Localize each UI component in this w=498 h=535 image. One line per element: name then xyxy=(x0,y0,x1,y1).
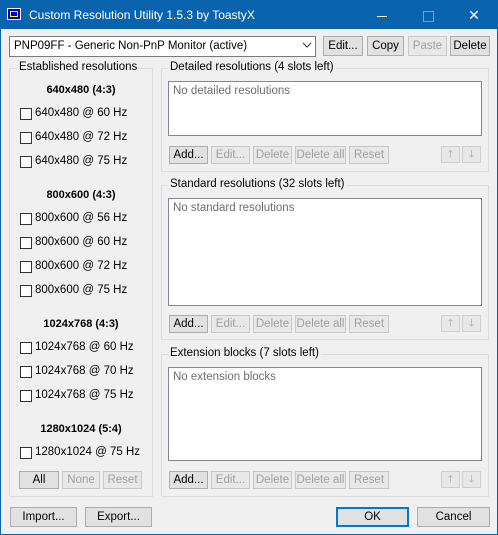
checkbox-640x480-72[interactable] xyxy=(20,132,32,144)
monitor-delete-button[interactable]: Delete xyxy=(450,36,490,56)
minimize-icon xyxy=(377,15,387,17)
group-header-640x480: 640x480 (4:3) xyxy=(46,84,116,96)
detailed-empty-text: No detailed resolutions xyxy=(173,85,290,97)
window-title: Custom Resolution Utility 1.5.3 by Toast… xyxy=(29,8,255,22)
checkbox-label: 1024x768 @ 60 Hz xyxy=(35,341,134,353)
arrow-down-icon: 🡓 xyxy=(468,474,475,485)
checkbox-label: 800x600 @ 60 Hz xyxy=(35,236,128,248)
checkbox-label: 1024x768 @ 70 Hz xyxy=(35,365,134,377)
detailed-move-down-button: 🡓 xyxy=(462,146,481,163)
chevron-down-icon xyxy=(303,42,311,48)
standard-empty-text: No standard resolutions xyxy=(173,202,295,214)
checkbox-label: 640x480 @ 72 Hz xyxy=(35,131,128,143)
app-monitor-icon xyxy=(7,8,21,20)
extension-blocks-title: Extension blocks (7 slots left) xyxy=(168,347,321,359)
extension-blocks-list[interactable]: No extension blocks xyxy=(168,367,482,461)
maximize-button xyxy=(405,1,451,29)
checkbox-label: 1280x1024 @ 75 Hz xyxy=(35,446,141,458)
extension-edit-button: Edit... xyxy=(211,471,250,489)
checkbox-800x600-72[interactable] xyxy=(20,261,32,273)
select-none-button: None xyxy=(62,471,100,489)
established-reset-button: Reset xyxy=(103,471,142,489)
group-header-1024x768: 1024x768 (4:3) xyxy=(43,318,119,330)
monitor-select-value: PNP09FF - Generic Non-PnP Monitor (activ… xyxy=(14,40,248,52)
checkbox-640x480-75[interactable] xyxy=(20,156,32,168)
cancel-button[interactable]: Cancel xyxy=(417,507,490,527)
checkbox-1024x768-75[interactable] xyxy=(20,390,32,402)
title-bar[interactable]: Custom Resolution Utility 1.5.3 by Toast… xyxy=(1,1,497,29)
monitor-select[interactable]: PNP09FF - Generic Non-PnP Monitor (activ… xyxy=(9,36,316,57)
arrow-up-icon: 🡑 xyxy=(447,149,454,160)
checkbox-640x480-60[interactable] xyxy=(20,108,32,120)
detailed-move-up-button: 🡑 xyxy=(441,146,460,163)
main-window: Custom Resolution Utility 1.5.3 by Toast… xyxy=(0,0,498,535)
detailed-delete-all-button: Delete all xyxy=(295,146,346,164)
standard-move-down-button: 🡓 xyxy=(462,315,481,332)
checkbox-label: 640x480 @ 75 Hz xyxy=(35,155,128,167)
checkbox-800x600-75[interactable] xyxy=(20,285,32,297)
checkbox-label: 800x600 @ 75 Hz xyxy=(35,284,128,296)
checkbox-1024x768-60[interactable] xyxy=(20,342,32,354)
standard-delete-button: Delete xyxy=(253,315,292,333)
arrow-up-icon: 🡑 xyxy=(447,474,454,485)
detailed-delete-button: Delete xyxy=(253,146,292,164)
close-icon: ✕ xyxy=(468,7,480,23)
checkbox-1024x768-70[interactable] xyxy=(20,366,32,378)
detailed-edit-button: Edit... xyxy=(211,146,250,164)
arrow-up-icon: 🡑 xyxy=(447,318,454,329)
extension-delete-all-button: Delete all xyxy=(295,471,346,489)
close-button[interactable]: ✕ xyxy=(451,1,497,29)
standard-edit-button: Edit... xyxy=(211,315,250,333)
standard-add-button[interactable]: Add... xyxy=(169,315,208,333)
extension-empty-text: No extension blocks xyxy=(173,371,276,383)
standard-move-up-button: 🡑 xyxy=(441,315,460,332)
detailed-resolutions-title: Detailed resolutions (4 slots left) xyxy=(168,61,336,73)
checkbox-label: 800x600 @ 72 Hz xyxy=(35,260,128,272)
detailed-reset-button: Reset xyxy=(349,146,389,164)
monitor-edit-button[interactable]: Edit... xyxy=(323,36,363,56)
extension-reset-button: Reset xyxy=(349,471,389,489)
select-all-button[interactable]: All xyxy=(19,471,59,489)
checkbox-label: 640x480 @ 60 Hz xyxy=(35,107,128,119)
standard-resolutions-title: Standard resolutions (32 slots left) xyxy=(168,178,347,190)
standard-resolutions-list[interactable]: No standard resolutions xyxy=(168,198,482,306)
checkbox-label: 1024x768 @ 75 Hz xyxy=(35,389,134,401)
arrow-down-icon: 🡓 xyxy=(468,318,475,329)
detailed-add-button[interactable]: Add... xyxy=(169,146,208,164)
maximize-icon xyxy=(422,10,434,22)
monitor-paste-button: Paste xyxy=(408,36,447,56)
group-header-800x600: 800x600 (4:3) xyxy=(46,189,116,201)
group-header-1280x1024: 1280x1024 (5:4) xyxy=(40,423,122,435)
checkbox-800x600-60[interactable] xyxy=(20,237,32,249)
monitor-copy-button[interactable]: Copy xyxy=(367,36,404,56)
standard-delete-all-button: Delete all xyxy=(295,315,346,333)
extension-move-down-button: 🡓 xyxy=(462,471,481,488)
arrow-down-icon: 🡓 xyxy=(468,149,475,160)
checkbox-1280x1024-75[interactable] xyxy=(20,447,32,459)
extension-move-up-button: 🡑 xyxy=(441,471,460,488)
ok-button[interactable]: OK xyxy=(336,507,409,527)
checkbox-800x600-56[interactable] xyxy=(20,213,32,225)
checkbox-label: 800x600 @ 56 Hz xyxy=(35,212,128,224)
import-button[interactable]: Import... xyxy=(10,507,77,527)
extension-add-button[interactable]: Add... xyxy=(169,471,208,489)
established-resolutions-title: Established resolutions xyxy=(17,61,140,73)
export-button[interactable]: Export... xyxy=(85,507,152,527)
minimize-button[interactable] xyxy=(359,1,405,29)
extension-delete-button: Delete xyxy=(253,471,292,489)
standard-reset-button: Reset xyxy=(349,315,389,333)
detailed-resolutions-list[interactable]: No detailed resolutions xyxy=(168,81,482,136)
